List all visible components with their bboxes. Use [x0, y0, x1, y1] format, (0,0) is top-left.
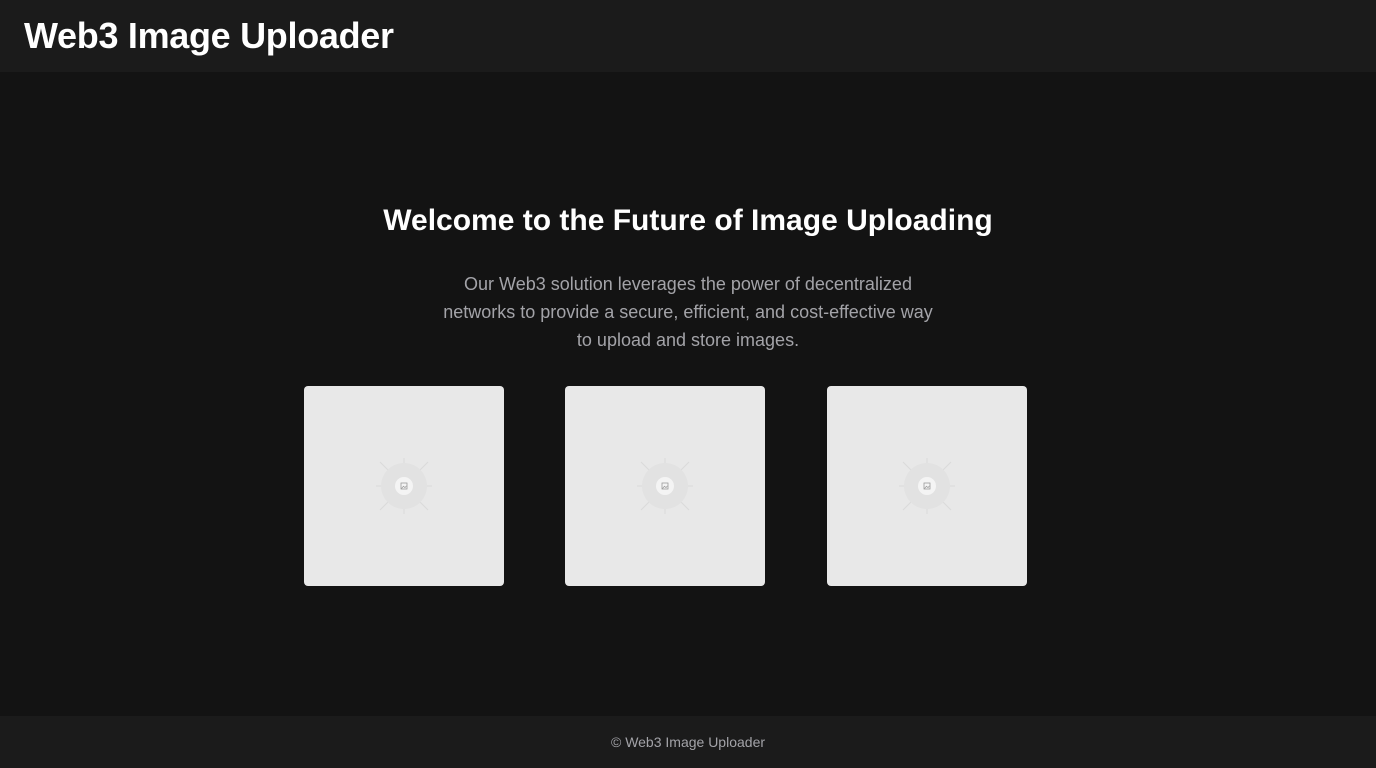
- site-header: Web3 Image Uploader: [0, 0, 1376, 72]
- image-placeholder-icon: [376, 458, 432, 514]
- image-gallery: [0, 386, 1376, 586]
- image-placeholder-2: [565, 386, 765, 586]
- image-placeholder-icon: [637, 458, 693, 514]
- image-placeholder-1: [304, 386, 504, 586]
- image-placeholder-icon: [899, 458, 955, 514]
- hero-description: Our Web3 solution leverages the power of…: [443, 274, 933, 350]
- app-title: Web3 Image Uploader: [24, 15, 394, 56]
- image-placeholder-3: [827, 386, 1027, 586]
- hero-title: Welcome to the Future of Image Uploading: [383, 204, 993, 237]
- main-content: Welcome to the Future of Image Uploading…: [0, 72, 1376, 716]
- site-footer: © Web3 Image Uploader: [0, 716, 1376, 768]
- footer-copyright: © Web3 Image Uploader: [610, 734, 766, 750]
